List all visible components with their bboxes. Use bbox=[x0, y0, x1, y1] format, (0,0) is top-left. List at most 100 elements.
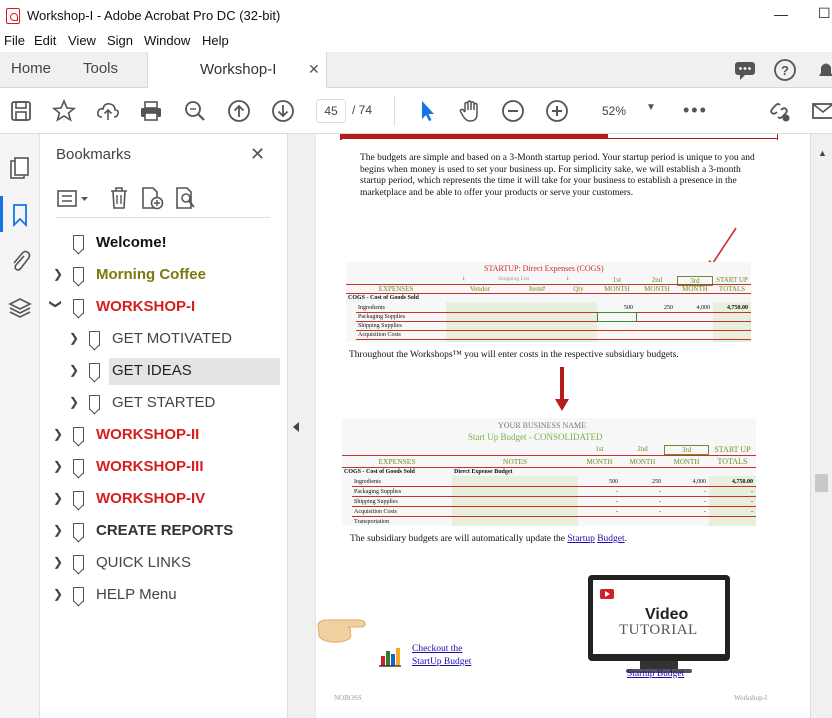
startup-link[interactable]: Startup bbox=[567, 534, 594, 544]
menu-file[interactable]: File bbox=[4, 33, 25, 48]
zoom-in-icon[interactable] bbox=[544, 98, 570, 124]
share-link-icon[interactable] bbox=[766, 98, 792, 124]
zoom-out-icon[interactable] bbox=[500, 98, 526, 124]
section-cogs: COGS - Cost of Goods Sold bbox=[348, 295, 419, 301]
chevron-right-icon[interactable]: ❯ bbox=[53, 459, 63, 473]
bookmark-workshop-iv[interactable]: ❯ WORKSHOP-IV bbox=[40, 485, 287, 513]
previous-page-icon[interactable] bbox=[226, 98, 252, 124]
bookmark-help-menu[interactable]: ❯ HELP Menu bbox=[40, 581, 287, 609]
bookmarks-icon[interactable] bbox=[8, 202, 32, 228]
startup-budget-video-link[interactable]: Startup Budget bbox=[627, 669, 684, 679]
bookmark-quick-links[interactable]: ❯ QUICK LINKS bbox=[40, 549, 287, 577]
bookmark-workshop-iii[interactable]: ❯ WORKSHOP-III bbox=[40, 453, 287, 481]
attachments-icon[interactable] bbox=[8, 248, 32, 274]
row-line bbox=[356, 312, 751, 313]
print-icon[interactable] bbox=[138, 98, 164, 124]
new-bookmark-icon[interactable] bbox=[140, 186, 166, 210]
between-text: Throughout the Workshops™ you will enter… bbox=[349, 350, 679, 360]
delete-bookmark-icon[interactable] bbox=[108, 186, 130, 210]
notifications-icon[interactable] bbox=[813, 57, 832, 83]
bookmark-workshop-i[interactable]: ❯ WORKSHOP-I bbox=[40, 293, 287, 321]
scrollbar-thumb[interactable] bbox=[815, 474, 828, 492]
star-icon[interactable] bbox=[51, 98, 77, 124]
header-red-line bbox=[608, 138, 778, 139]
input-grid bbox=[446, 302, 597, 342]
budget-link[interactable]: Budget bbox=[597, 534, 624, 544]
close-tab-icon[interactable]: ✕ bbox=[308, 61, 320, 78]
menu-view[interactable]: View bbox=[68, 33, 96, 48]
close-panel-icon[interactable]: ✕ bbox=[250, 144, 265, 165]
bookmark-welcome[interactable]: Welcome! bbox=[40, 229, 287, 257]
zoom-search-icon[interactable] bbox=[182, 98, 208, 124]
chevron-right-icon[interactable]: ❯ bbox=[69, 395, 79, 409]
vertical-scrollbar[interactable]: ▲ bbox=[810, 134, 832, 718]
menu-bar: File Edit View Sign Window Help bbox=[0, 32, 832, 52]
tab-home[interactable]: Home bbox=[11, 60, 51, 77]
zoom-select[interactable]: 52% ▼ bbox=[590, 99, 662, 123]
bookmark-create-reports[interactable]: ❯ CREATE REPORTS bbox=[40, 517, 287, 545]
minimize-button[interactable]: — bbox=[774, 6, 788, 22]
maximize-button[interactable]: ☐ bbox=[818, 5, 831, 22]
layers-icon[interactable] bbox=[8, 296, 32, 322]
chevron-right-icon[interactable]: ❯ bbox=[69, 331, 79, 345]
panel-splitter[interactable] bbox=[287, 134, 315, 718]
select-cursor-icon[interactable] bbox=[414, 98, 440, 124]
menu-sign[interactable]: Sign bbox=[107, 33, 133, 48]
email-icon[interactable] bbox=[810, 98, 832, 124]
sheet2-business-name: YOUR BUSINESS NAME bbox=[498, 421, 587, 430]
play-triangle bbox=[605, 591, 610, 597]
ingredients-month-1: 500 bbox=[609, 479, 618, 485]
zoom-value: 52% bbox=[602, 104, 627, 118]
col-month-1: MONTH bbox=[604, 285, 630, 293]
startup-tag: START UP bbox=[716, 276, 748, 284]
chevron-right-icon[interactable]: ❯ bbox=[53, 427, 63, 441]
bookmark-label: GET MOTIVATED bbox=[112, 330, 233, 347]
bookmark-options-icon[interactable] bbox=[56, 188, 92, 210]
chevron-right-icon[interactable]: ❯ bbox=[53, 267, 63, 281]
row-acquisition: Acquisition Costs bbox=[354, 509, 397, 515]
bookmarks-panel-title: Bookmarks bbox=[56, 146, 132, 163]
save-icon[interactable] bbox=[8, 98, 34, 124]
notes-grid bbox=[452, 476, 578, 526]
tab-document[interactable]: Workshop-I ✕ bbox=[147, 52, 327, 89]
bookmark-get-motivated[interactable]: ❯ GET MOTIVATED bbox=[40, 325, 287, 353]
chevron-right-icon[interactable]: ❯ bbox=[53, 523, 63, 537]
help-icon[interactable]: ? bbox=[772, 57, 798, 83]
menu-window[interactable]: Window bbox=[144, 33, 190, 48]
dash-value: - bbox=[704, 489, 706, 495]
col-expenses: EXPENSES bbox=[378, 457, 416, 466]
chevron-right-icon[interactable]: ❯ bbox=[53, 555, 63, 569]
find-bookmark-icon[interactable] bbox=[174, 186, 200, 210]
chevron-right-icon[interactable]: ❯ bbox=[69, 363, 79, 377]
bookmark-get-started[interactable]: ❯ GET STARTED bbox=[40, 389, 287, 417]
tab-tools[interactable]: Tools bbox=[83, 60, 118, 77]
collapse-panel-icon[interactable] bbox=[293, 422, 299, 432]
bookmark-get-ideas[interactable]: ❯ GET IDEAS bbox=[40, 357, 287, 385]
more-tools-icon[interactable]: ••• bbox=[683, 100, 708, 121]
hand-tool-icon[interactable] bbox=[457, 98, 483, 124]
page-thumbnails-icon[interactable] bbox=[8, 156, 32, 182]
menu-edit[interactable]: Edit bbox=[34, 33, 56, 48]
chevron-right-icon[interactable]: ❯ bbox=[53, 587, 63, 601]
scroll-up-icon[interactable]: ▲ bbox=[818, 148, 827, 158]
checkout-link-line-1[interactable]: Checkout the bbox=[412, 644, 462, 654]
next-page-icon[interactable] bbox=[270, 98, 296, 124]
bookmarks-panel: Bookmarks ✕ Welcome! ❯ Morning Coffee ❯ … bbox=[40, 134, 287, 718]
month-tag-2: 2nd bbox=[637, 445, 648, 453]
menu-help[interactable]: Help bbox=[202, 33, 229, 48]
video-tutorial-thumbnail[interactable]: Video TUTORIAL bbox=[588, 575, 730, 661]
comment-icon[interactable] bbox=[732, 57, 758, 83]
bookmark-workshop-ii[interactable]: ❯ WORKSHOP-II bbox=[40, 421, 287, 449]
checkout-link-line-2[interactable]: StartUp Budget bbox=[412, 657, 471, 667]
chevron-right-icon[interactable]: ❯ bbox=[53, 491, 63, 505]
page-number-input[interactable]: 45 bbox=[316, 99, 346, 123]
row-acquisition: Acquisition Costs bbox=[358, 332, 401, 338]
upload-cloud-icon[interactable] bbox=[95, 98, 121, 124]
col-expenses: EXPENSES bbox=[378, 285, 414, 293]
bookmark-morning-coffee[interactable]: ❯ Morning Coffee bbox=[40, 261, 287, 289]
ingredients-month-3: 4,000 bbox=[696, 305, 711, 311]
ingredients-month-1: 500 bbox=[624, 305, 633, 311]
chevron-down-icon[interactable]: ❯ bbox=[49, 299, 63, 309]
bookmark-icon bbox=[73, 267, 84, 282]
svg-text:?: ? bbox=[781, 63, 789, 78]
